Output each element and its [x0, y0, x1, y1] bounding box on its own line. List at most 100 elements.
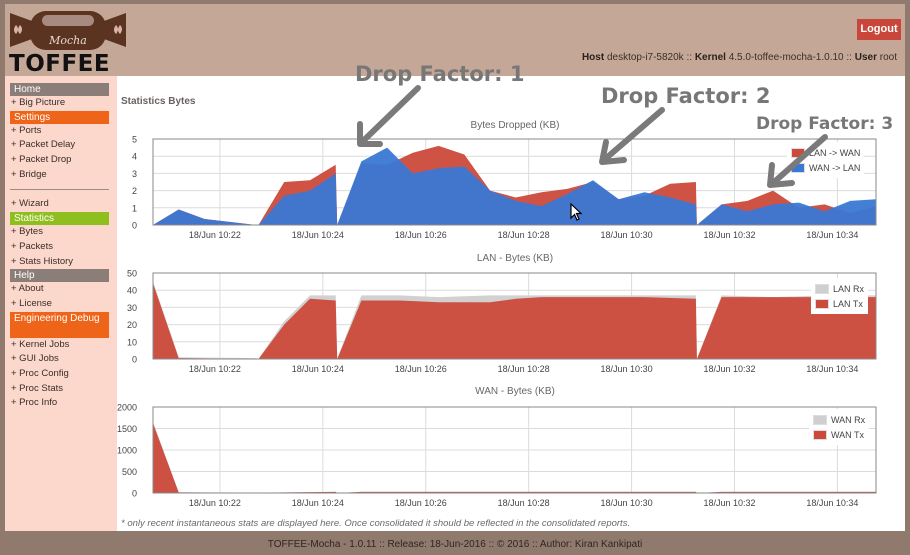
- drop-factor-annotation-3: Drop Factor: 3: [756, 114, 894, 134]
- x-tick-label: 18/Jun 10:22: [189, 364, 241, 374]
- sidebar-header-help[interactable]: Help: [10, 269, 109, 283]
- logout-button[interactable]: Logout: [857, 19, 901, 40]
- y-tick-label: 30: [127, 303, 137, 313]
- sidebar-item-stats-history[interactable]: + Stats History: [11, 255, 117, 270]
- legend-item[interactable]: WAN Rx: [813, 412, 865, 427]
- mouse-pointer-icon: [570, 203, 583, 221]
- x-tick-label: 18/Jun 10:24: [292, 230, 344, 240]
- sidebar-item-proc-stats[interactable]: + Proc Stats: [11, 382, 117, 397]
- x-tick-label: 18/Jun 10:28: [498, 230, 550, 240]
- x-tick-label: 18/Jun 10:28: [498, 364, 550, 374]
- lan-bytes-plot: 0 10 20 30 40 50 18/Jun 10:22 18/Jun 10:24 18/Ju…: [127, 269, 877, 374]
- y-tick-label: 0: [132, 221, 137, 231]
- area-series-lan-tx[interactable]: [153, 283, 876, 359]
- candy-logo-icon: Mocha: [10, 11, 126, 50]
- y-tick-label: 3: [132, 169, 137, 179]
- sidebar-item-proc-info[interactable]: + Proc Info: [11, 396, 117, 411]
- y-tick-label: 10: [127, 337, 137, 347]
- chart-legend: LAN Rx LAN Tx: [811, 278, 869, 314]
- y-tick-label: 50: [127, 269, 137, 279]
- area-series-wan-tx[interactable]: [153, 423, 876, 493]
- sidebar-item-bytes[interactable]: + Bytes: [11, 225, 117, 240]
- sidebar-item-packet-drop[interactable]: + Packet Drop: [11, 153, 117, 168]
- y-tick-label: 1500: [117, 424, 137, 434]
- x-tick-label: 18/Jun 10:34: [806, 230, 858, 240]
- y-tick-label: 0: [132, 489, 137, 499]
- legend-label: WAN Tx: [831, 429, 864, 440]
- user-label: User: [854, 52, 877, 63]
- y-tick-label: 5: [132, 135, 137, 145]
- legend-swatch-wan-tx: [813, 429, 827, 440]
- wan-bytes-chart: WAN - Bytes (KB) 0 500 1000 1500 2000 18/Jun …: [117, 382, 905, 512]
- sidebar-item-proc-config[interactable]: + Proc Config: [11, 367, 117, 382]
- x-tick-label: 18/Jun 10:24: [292, 364, 344, 374]
- legend-item[interactable]: WAN -> LAN: [791, 160, 860, 175]
- sidebar-item-packet-delay[interactable]: + Packet Delay: [11, 138, 117, 153]
- kernel-value: 4.5.0-toffee-mocha-1.0.10: [728, 52, 844, 63]
- sidebar-item-wizard[interactable]: + Wizard: [11, 197, 117, 212]
- y-tick-label: 1000: [117, 446, 137, 456]
- y-tick-label: 0: [132, 355, 137, 365]
- sidebar-item-gui-jobs[interactable]: + GUI Jobs: [11, 352, 117, 367]
- sidebar-header-settings[interactable]: Settings: [10, 110, 109, 124]
- legend-label: WAN Rx: [831, 414, 866, 425]
- legend-swatch-lan-wan: [791, 147, 805, 158]
- x-tick-label: 18/Jun 10:26: [395, 364, 447, 374]
- legend-swatch-wan-lan: [791, 162, 805, 173]
- legend-label: LAN -> WAN: [809, 147, 861, 158]
- toffee-logo[interactable]: Mocha TOFFEE: [8, 7, 128, 77]
- host-info: Host desktop-i7-5820k :: Kernel 4.5.0-to…: [582, 52, 897, 63]
- sidebar-header-home[interactable]: Home: [10, 83, 109, 96]
- main-content: Statistics Bytes Bytes Dropped (KB) 0123…: [117, 76, 905, 531]
- host-value: desktop-i7-5820k: [606, 52, 684, 63]
- sidebar-item-about[interactable]: + About: [11, 282, 117, 297]
- legend-swatch-lan-rx: [815, 283, 829, 294]
- sidebar-divider: [10, 189, 109, 191]
- x-tick-label: 18/Jun 10:26: [395, 230, 447, 240]
- kernel-label: Kernel: [694, 52, 726, 63]
- drop-factor-annotation-2: Drop Factor: 2: [601, 84, 771, 108]
- x-tick-label: 18/Jun 10:28: [498, 498, 550, 508]
- x-tick-label: 18/Jun 10:34: [806, 364, 858, 374]
- drop-factor-annotation-1: Drop Factor: 1: [355, 62, 525, 86]
- lan-bytes-chart: LAN - Bytes (KB) 0 10 20 30 40 50 18/Jun 10:22…: [117, 248, 905, 378]
- host-label: Host: [581, 52, 605, 63]
- separator: ::: [686, 52, 693, 63]
- y-tick-label: 2000: [117, 403, 137, 413]
- x-tick-label: 18/Jun 10:30: [601, 364, 653, 374]
- y-tick-label: 500: [122, 467, 137, 477]
- page-title: Statistics Bytes: [121, 96, 196, 107]
- sidebar-item-ports[interactable]: + Ports: [11, 124, 117, 139]
- legend-item[interactable]: LAN Rx: [815, 281, 864, 296]
- area-series-wan-lan[interactable]: [153, 147, 876, 225]
- sidebar-item-big-picture[interactable]: + Big Picture: [11, 96, 117, 111]
- y-tick-label: 1: [132, 203, 137, 213]
- legend-item[interactable]: LAN Tx: [815, 296, 864, 311]
- sidebar: Home + Big Picture Settings + Ports + Pa…: [5, 76, 117, 531]
- legend-label: WAN -> LAN: [809, 162, 861, 173]
- x-tick-label: 18/Jun 10:32: [703, 498, 755, 508]
- sidebar-header-statistics[interactable]: Statistics: [10, 212, 109, 226]
- sidebar-item-packets[interactable]: + Packets: [11, 240, 117, 255]
- x-tick-label: 18/Jun 10:32: [703, 230, 755, 240]
- footnote: * only recent instantaneous stats are di…: [121, 518, 631, 529]
- x-tick-label: 18/Jun 10:26: [395, 498, 447, 508]
- legend-swatch-lan-tx: [815, 298, 829, 309]
- separator: ::: [846, 52, 852, 63]
- x-tick-label: 18/Jun 10:24: [292, 498, 344, 508]
- x-tick-label: 18/Jun 10:32: [703, 364, 755, 374]
- logo-wordmark: TOFFEE: [9, 51, 111, 77]
- sidebar-item-license[interactable]: + License: [11, 297, 117, 312]
- x-tick-label: 18/Jun 10:30: [601, 498, 653, 508]
- area-series-wan-rx[interactable]: [153, 422, 876, 493]
- legend-item[interactable]: WAN Tx: [813, 427, 865, 442]
- sidebar-header-engineering-debug[interactable]: Engineering Debug: [10, 311, 109, 338]
- legend-label: LAN Tx: [833, 298, 863, 309]
- y-tick-label: 20: [127, 320, 137, 330]
- legend-item[interactable]: LAN -> WAN: [791, 145, 860, 160]
- sidebar-item-kernel-jobs[interactable]: + Kernel Jobs: [11, 338, 117, 353]
- sidebar-item-bridge[interactable]: + Bridge: [11, 168, 117, 183]
- x-tick-label: 18/Jun 10:34: [806, 498, 858, 508]
- footer: TOFFEE-Mocha - 1.0.11 :: Release: 18-Jun…: [267, 539, 643, 550]
- legend-swatch-wan-rx: [813, 414, 827, 425]
